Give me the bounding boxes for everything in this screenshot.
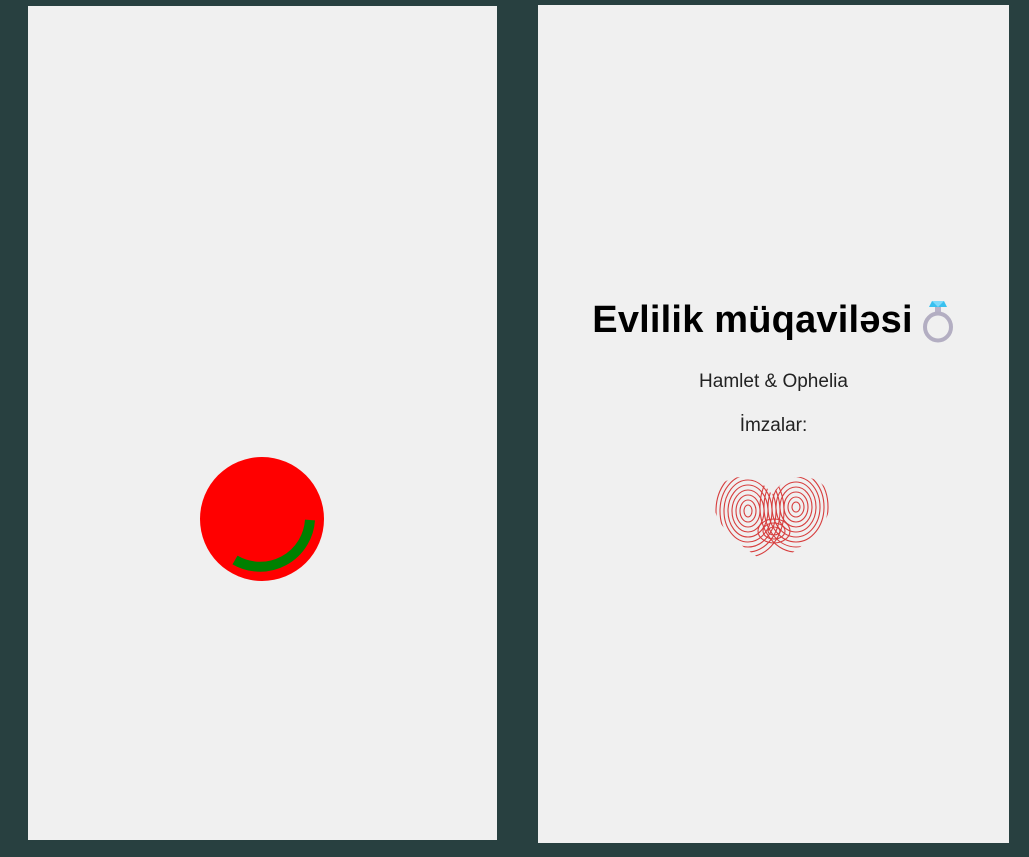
couple-names: Hamlet & Ophelia (699, 371, 848, 392)
fingerprint-heart-icon (712, 475, 832, 569)
loading-spinner-icon (199, 456, 325, 582)
screen: Evlilik müqaviləsi Hamlet & Ophelia İmza… (0, 0, 1029, 857)
title-row: Evlilik müqaviləsi (592, 295, 954, 345)
loading-screen (28, 6, 497, 840)
contract-screen: Evlilik müqaviləsi Hamlet & Ophelia İmza… (538, 5, 1009, 843)
contract-content: Evlilik müqaviləsi Hamlet & Ophelia İmza… (538, 295, 1009, 438)
page-title: Evlilik müqaviləsi (592, 298, 913, 341)
ring-icon (921, 299, 955, 343)
signatures-label: İmzalar: (739, 415, 808, 436)
